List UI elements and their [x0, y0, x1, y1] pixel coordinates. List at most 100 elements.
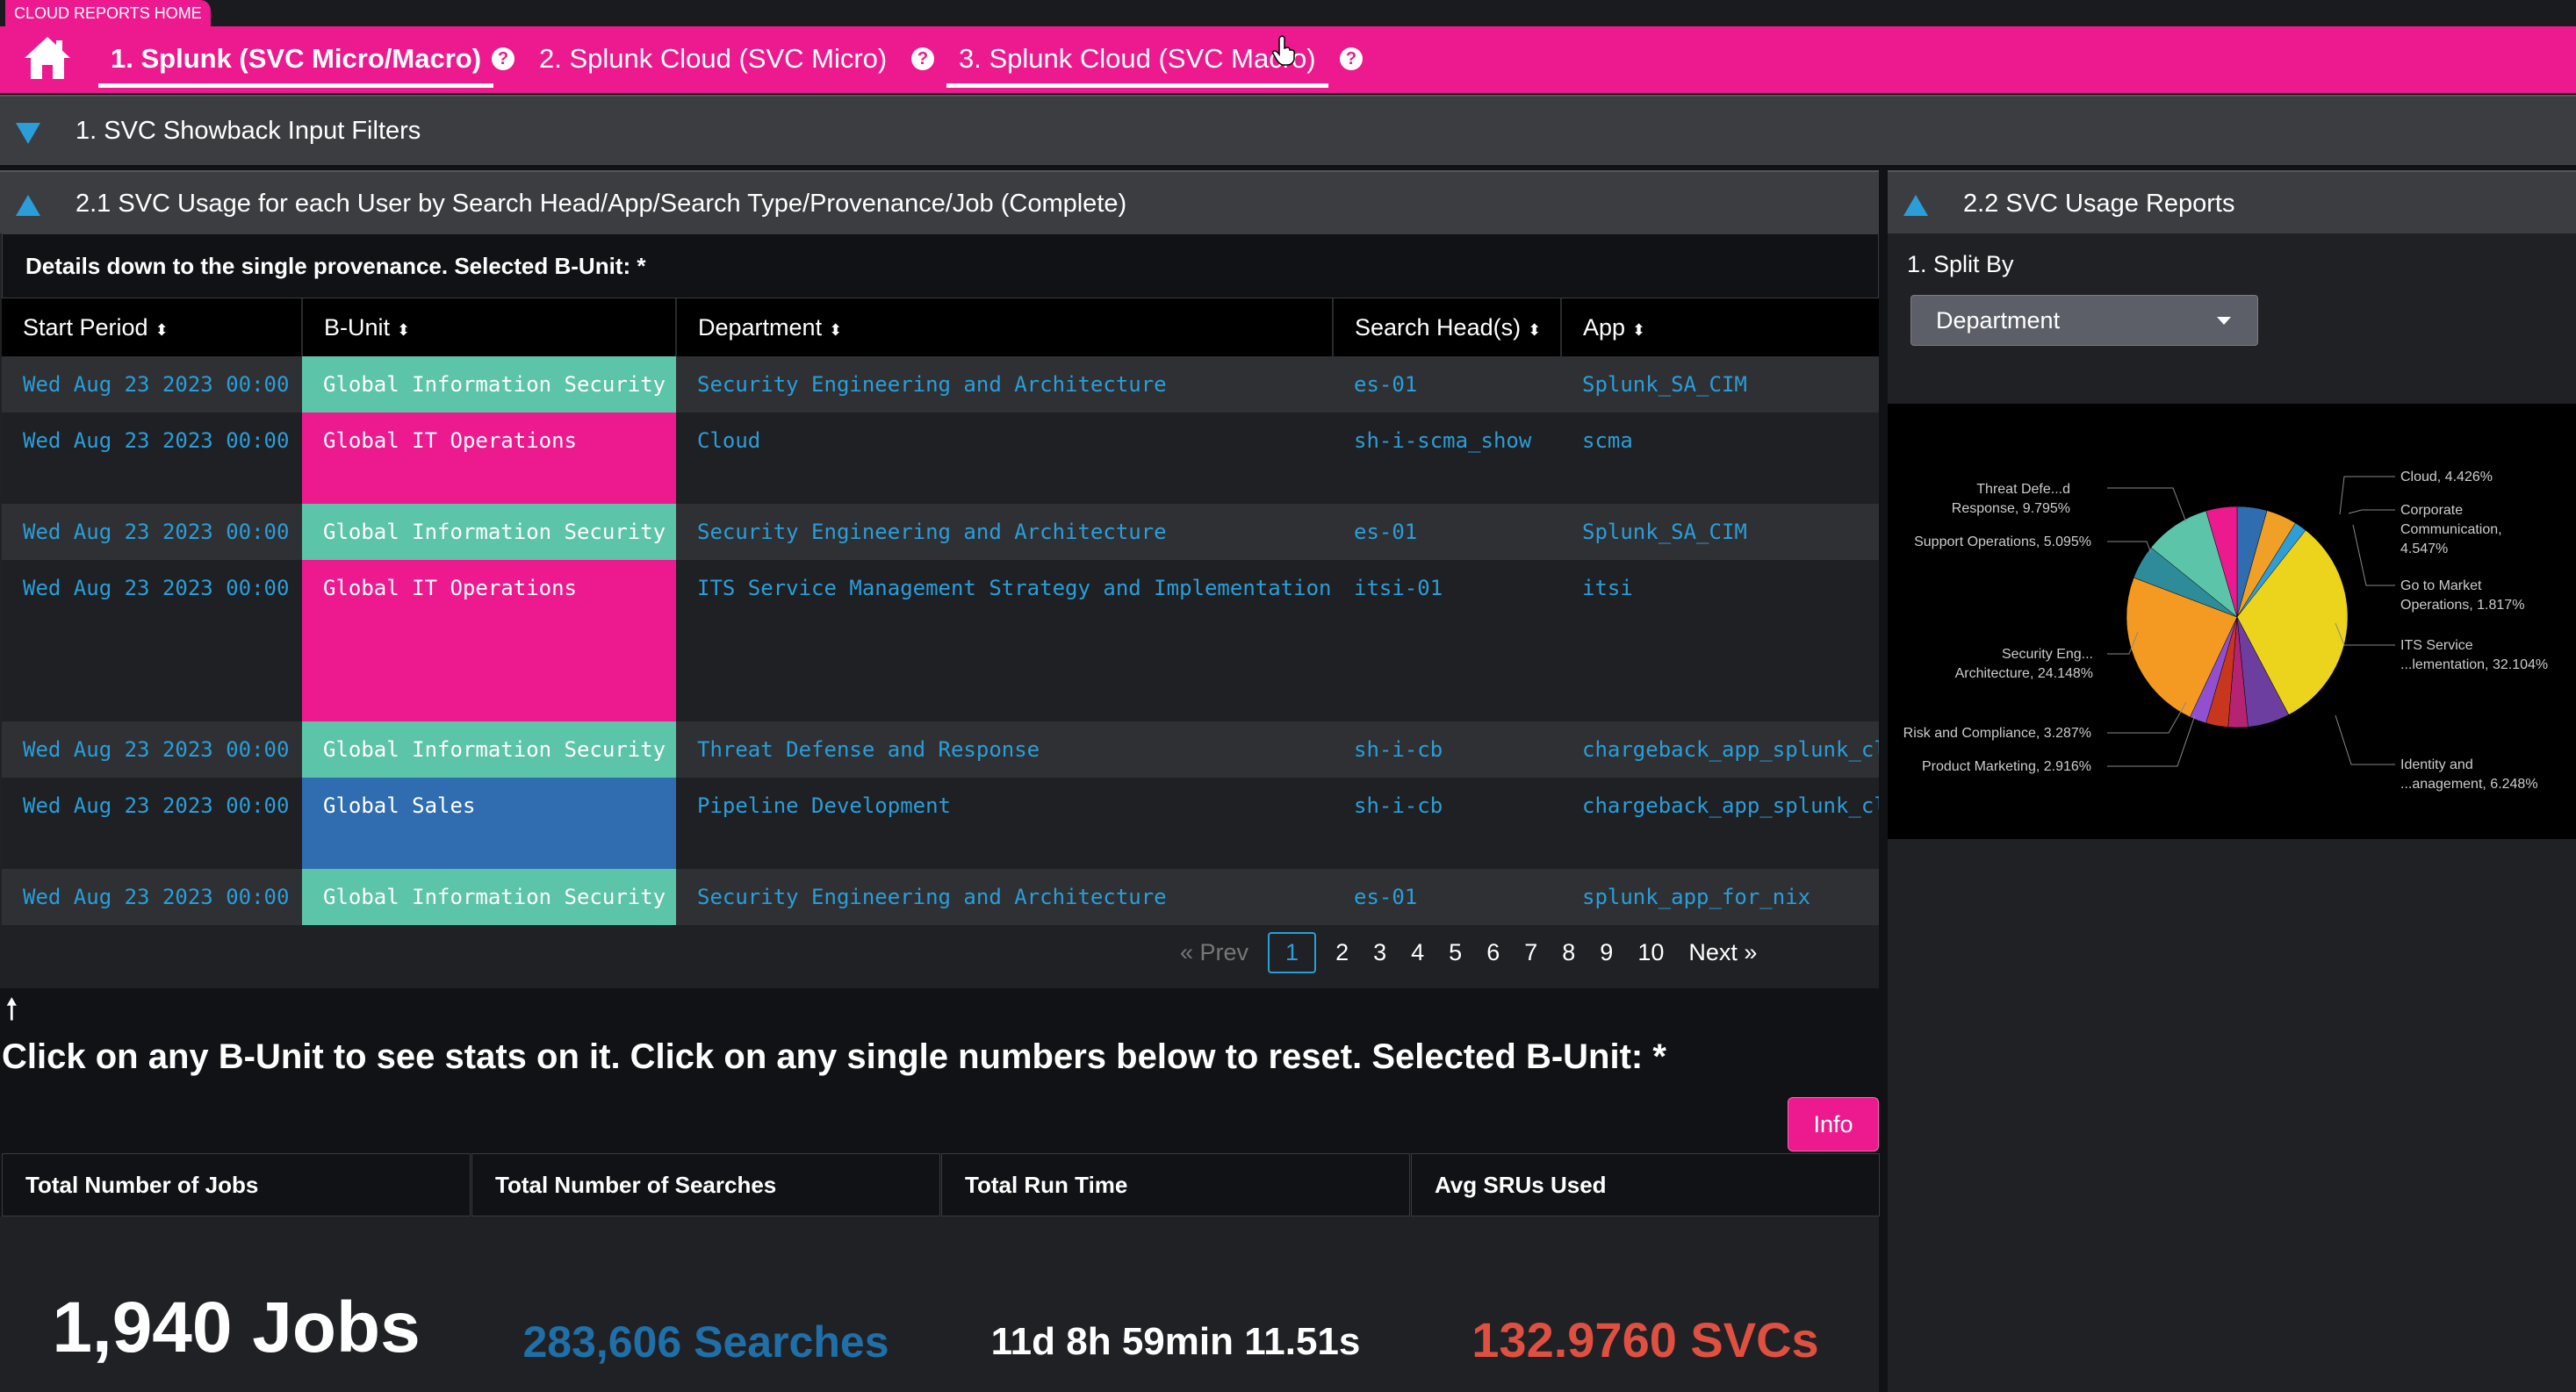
pie-leader-line — [2107, 541, 2152, 554]
column-label: Department — [698, 313, 823, 341]
column-label: Search Head(s) — [1355, 313, 1522, 341]
cell-sh[interactable]: es-01 — [1333, 869, 1561, 925]
table-row: Wed Aug 23 2023 00:00 Global Information … — [2, 504, 1879, 560]
tab-splunk-cloud-svc-macro[interactable]: 3. Splunk Cloud (SVC Macro) — [946, 26, 1328, 93]
pie-label: Support Operations, 5.095% — [1914, 535, 2091, 549]
pager-page-8[interactable]: 8 — [1562, 939, 1575, 966]
cloud-reports-home-link[interactable]: CLOUD REPORTS HOME — [5, 0, 211, 26]
cell-app[interactable]: Splunk_SA_CIM — [1561, 356, 1879, 413]
info-button[interactable]: Info — [1788, 1097, 1879, 1152]
cell-app[interactable]: chargeback_app_splunk_cl — [1561, 721, 1879, 778]
cell-bunit[interactable]: Global Information Security — [302, 356, 676, 413]
reports-panel-lower — [1888, 839, 2576, 1392]
collapse-triangle-icon[interactable] — [16, 123, 40, 144]
cell-sh[interactable]: es-01 — [1333, 356, 1561, 413]
department-pie-chart: Threat Defe...d Response, 9.795% Support O… — [1903, 470, 2548, 792]
tab-active-underline — [98, 83, 494, 88]
filters-panel-header[interactable]: 1. SVC Showback Input Filters — [0, 95, 2576, 165]
expand-triangle-icon[interactable] — [1903, 195, 1928, 216]
cell-bunit[interactable]: Global Information Security — [302, 504, 676, 560]
column-header-search-heads[interactable]: Search Head(s) ⬍ — [1333, 298, 1562, 356]
cell-bunit[interactable]: Global IT Operations — [302, 413, 676, 504]
cell-bunit[interactable]: Global Information Security — [302, 869, 676, 925]
tab-splunk-svc-micro-macro[interactable]: 1. Splunk (SVC Micro/Macro) — [98, 26, 494, 93]
reports-panel-header[interactable]: 2.2 SVC Usage Reports — [1888, 170, 2576, 233]
home-icon[interactable] — [21, 32, 74, 84]
pie-leader-line — [2348, 509, 2395, 514]
cell-dept[interactable]: Security Engineering and Architecture — [676, 869, 1333, 925]
pie-label: Identity and ...anagement, 6.248% — [2400, 757, 2538, 792]
pager-page-1[interactable]: 1 — [1268, 931, 1317, 973]
stat-value-jobs[interactable]: 1,940 Jobs — [2, 1287, 471, 1369]
cell-bunit[interactable]: Global Sales — [302, 778, 676, 869]
pager-page-10[interactable]: 10 — [1637, 939, 1664, 966]
cell-start: Wed Aug 23 2023 00:00 — [2, 356, 302, 413]
top-strip — [0, 0, 2576, 26]
expand-triangle-icon[interactable] — [16, 195, 40, 216]
cell-app[interactable]: chargeback_app_splunk_cl — [1561, 778, 1879, 869]
pie-label: Go to Market Operations, 1.817% — [2400, 578, 2524, 613]
cell-dept[interactable]: Threat Defense and Response — [676, 721, 1333, 778]
pie-label: Security Eng... Architecture, 24.148% — [1955, 647, 2093, 681]
cell-sh[interactable]: sh-i-cb — [1333, 778, 1561, 869]
cell-app[interactable]: scma — [1561, 413, 1879, 504]
cell-app[interactable]: itsi — [1561, 560, 1879, 721]
pager-page-9[interactable]: 9 — [1600, 939, 1613, 966]
stat-title-runtime: Total Run Time — [941, 1153, 1410, 1216]
cell-app[interactable]: splunk_app_for_nix — [1561, 869, 1879, 925]
tab-label: 2. Splunk Cloud (SVC Micro) — [539, 43, 888, 74]
stat-value-searches[interactable]: 283,606 Searches — [471, 1317, 940, 1367]
cell-sh[interactable]: itsi-01 — [1333, 560, 1561, 721]
usage-table: Start Period ⬍ B-Unit ⬍ Department ⬍ Search… — [2, 298, 1879, 925]
pager-next[interactable]: Next » — [1688, 939, 1757, 966]
usage-panel-header[interactable]: 2.1 SVC Usage for each User by Search He… — [0, 170, 1879, 233]
pager-page-6[interactable]: 6 — [1486, 939, 1500, 966]
pie-leader-line — [2335, 714, 2395, 765]
tab-splunk-cloud-svc-micro[interactable]: 2. Splunk Cloud (SVC Micro) — [539, 26, 887, 93]
pager-page-5[interactable]: 5 — [1449, 939, 1462, 966]
sort-icon: ⬍ — [1632, 320, 1646, 339]
pie-chart-container: Threat Defe...d Response, 9.795% Support O… — [1888, 404, 2576, 839]
help-icon[interactable]: ? — [492, 47, 514, 70]
column-header-department[interactable]: Department ⬍ — [676, 298, 1334, 356]
cell-dept[interactable]: Pipeline Development — [676, 778, 1333, 869]
cell-sh[interactable]: sh-i-scma_show — [1333, 413, 1561, 504]
column-header-b-unit[interactable]: B-Unit ⬍ — [302, 298, 677, 356]
filters-panel-title: 1. SVC Showback Input Filters — [76, 117, 421, 145]
stat-value-srus[interactable]: 132.9760 SVCs — [1411, 1311, 1880, 1368]
help-icon[interactable]: ? — [911, 47, 934, 70]
help-icon[interactable]: ? — [1340, 47, 1363, 70]
pager-page-3[interactable]: 3 — [1373, 939, 1386, 966]
stat-value-runtime[interactable]: 11d 8h 59min 11.51s — [941, 1320, 1410, 1364]
pie-label: Threat Defe...d Response, 9.795% — [1952, 482, 2070, 516]
cell-app[interactable]: Splunk_SA_CIM — [1561, 504, 1879, 560]
cell-dept[interactable]: ITS Service Management Strategy and Impl… — [676, 560, 1333, 721]
cell-dept[interactable]: Security Engineering and Architecture — [676, 356, 1333, 413]
stat-title-searches: Total Number of Searches — [471, 1153, 940, 1216]
pie-label-line: Security Eng... — [2002, 647, 2093, 662]
pie-leader-line — [2352, 524, 2395, 586]
pager-page-2[interactable]: 2 — [1335, 939, 1349, 966]
column-header-start-period[interactable]: Start Period ⬍ — [2, 298, 303, 356]
column-header-app[interactable]: App ⬍ — [1561, 298, 1879, 356]
cell-sh[interactable]: sh-i-cb — [1333, 721, 1561, 778]
pie-label: Risk and Compliance, 3.287% — [1903, 726, 2091, 741]
pager-page-7[interactable]: 7 — [1524, 939, 1537, 966]
split-by-label: 1. Split By — [1907, 251, 2014, 277]
column-label: B-Unit — [324, 313, 391, 341]
up-arrow-icon: 🠕 — [5, 993, 18, 1026]
pie-label-line: Identity and — [2400, 757, 2473, 772]
usage-panel-title: 2.1 SVC Usage for each User by Search He… — [76, 190, 1127, 218]
cell-sh[interactable]: es-01 — [1333, 504, 1561, 560]
cell-bunit[interactable]: Global IT Operations — [302, 560, 676, 721]
sort-icon: ⬍ — [829, 320, 843, 339]
cell-dept[interactable]: Cloud — [676, 413, 1333, 504]
cell-bunit[interactable]: Global Information Security — [302, 721, 676, 778]
split-by-dropdown[interactable]: Department — [1910, 295, 2258, 346]
pager-page-4[interactable]: 4 — [1411, 939, 1424, 966]
table-row: Wed Aug 23 2023 00:00 Global IT Operation… — [2, 560, 1879, 721]
tab-hover-underline — [946, 83, 1328, 88]
table-row: Wed Aug 23 2023 00:00 Global Information … — [2, 356, 1879, 413]
cell-dept[interactable]: Security Engineering and Architecture — [676, 504, 1333, 560]
sort-icon: ⬍ — [397, 320, 411, 339]
